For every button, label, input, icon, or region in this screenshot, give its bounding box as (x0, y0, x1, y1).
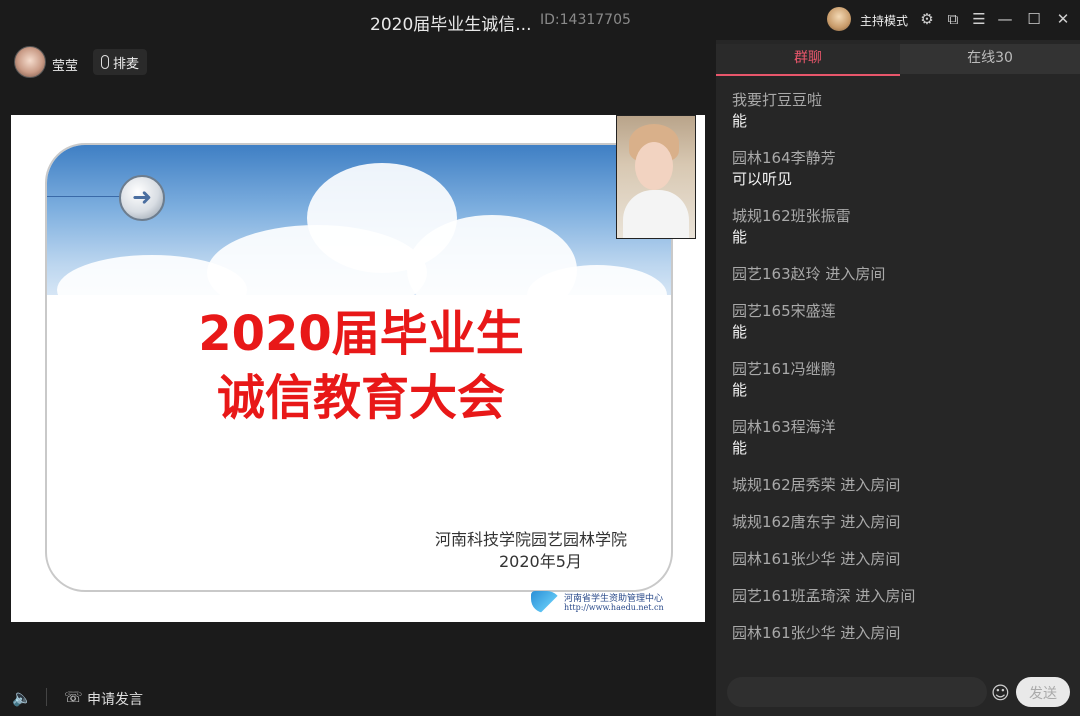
emoji-icon[interactable]: ☺ (991, 683, 1010, 704)
message-text: 能 (732, 323, 748, 341)
maximize-icon[interactable]: ☐ (1024, 9, 1044, 29)
message-user: 园艺161冯继鹏 (732, 360, 836, 378)
entry-notice: 城规162唐东宇 进入房间 (732, 513, 901, 531)
user-avatar[interactable] (14, 46, 46, 78)
list-item: 园林163程海洋 能 (732, 417, 1072, 459)
entry-notice: 城规162居秀荣 进入房间 (732, 476, 901, 494)
message-text: 能 (732, 112, 748, 130)
tab-online[interactable]: 在线30 (900, 44, 1080, 74)
entry-notice: 园林161张少华 进入房间 (732, 550, 901, 568)
mic-queue-button[interactable]: 排麦 (93, 49, 148, 75)
settings-icon[interactable]: ⚙ (917, 9, 937, 29)
slide-date: 2020年5月 (499, 552, 582, 571)
chat-panel: 群聊 在线30 我要打豆豆啦 能 园林164李静芳 可以听见 城规162班张振雷… (716, 40, 1080, 716)
title-bar: 2020届毕业生诚信... ID:14317705 主持模式 ⚙ ⧉ ☰ — ☐… (0, 0, 1080, 40)
list-item: 园艺161冯继鹏 能 (732, 359, 1072, 401)
haedu-logo-icon (531, 591, 561, 613)
chat-input[interactable] (739, 677, 973, 709)
slide-title-line1: 2020届毕业生 (198, 306, 524, 362)
slide-title-line2: 诚信教育大会 (216, 370, 505, 426)
camera-face (635, 142, 673, 190)
divider (46, 688, 47, 706)
popout-icon[interactable]: ⧉ (943, 9, 963, 29)
message-list: 我要打豆豆啦 能 园林164李静芳 可以听见 城规162班张振雷 能 园艺163… (732, 90, 1072, 660)
entry-notice: 园艺163赵玲 进入房间 (732, 265, 886, 283)
message-text: 能 (732, 439, 748, 457)
close-icon[interactable]: ✕ (1053, 9, 1073, 29)
slide-organization: 河南科技学院园艺园林学院 (435, 530, 628, 549)
list-item: 园林164李静芳 可以听见 (732, 148, 1072, 190)
message-user: 园艺165宋盛莲 (732, 302, 836, 320)
back-arrow-icon: ➜ (119, 175, 165, 221)
room-id: ID:14317705 (540, 12, 631, 28)
chat-input-wrap (727, 677, 987, 709)
minimize-icon[interactable]: — (995, 9, 1015, 29)
message-text: 能 (732, 228, 748, 246)
host-avatar[interactable] (827, 7, 851, 31)
user-name: 莹莹 (52, 59, 79, 74)
decor-line (47, 196, 121, 197)
camera-body (623, 190, 689, 238)
message-user: 我要打豆豆啦 (732, 91, 823, 109)
message-user: 园林163程海洋 (732, 418, 836, 436)
menu-icon[interactable]: ☰ (969, 9, 989, 29)
message-text: 可以听见 (732, 170, 793, 188)
message-text: 能 (732, 381, 748, 399)
speaker-icon[interactable]: 🔈 (12, 688, 32, 707)
presentation-slide: ➜ 2020届毕业生 诚信教育大会 河南科技学院园艺园林学院 2020年5月 河… (11, 115, 705, 622)
chat-tabs: 群聊 在线30 (716, 44, 1080, 76)
tab-group-chat[interactable]: 群聊 (716, 44, 900, 76)
host-mode-label[interactable]: 主持模式 (860, 12, 908, 29)
message-user: 城规162班张振雷 (732, 207, 851, 225)
send-button[interactable]: 发送 (1016, 677, 1070, 707)
apply-speak-button[interactable]: 申请发言 (87, 689, 143, 709)
microphone-icon (101, 55, 109, 69)
phone-icon[interactable]: ☏ (64, 688, 83, 706)
entry-notice: 园艺161班孟琦深 进入房间 (732, 587, 916, 605)
mic-queue-label: 排麦 (113, 56, 140, 72)
entry-notice: 园林161张少华 进入房间 (732, 624, 901, 642)
list-item: 我要打豆豆啦 能 (732, 90, 1072, 132)
window-title: 2020届毕业生诚信... (370, 15, 532, 35)
list-item: 城规162班张振雷 能 (732, 206, 1072, 248)
list-item: 园艺165宋盛莲 能 (732, 301, 1072, 343)
logo-url: http://www.haedu.net.cn (564, 603, 664, 612)
presenter-camera[interactable] (616, 115, 696, 239)
message-user: 园林164李静芳 (732, 149, 836, 167)
